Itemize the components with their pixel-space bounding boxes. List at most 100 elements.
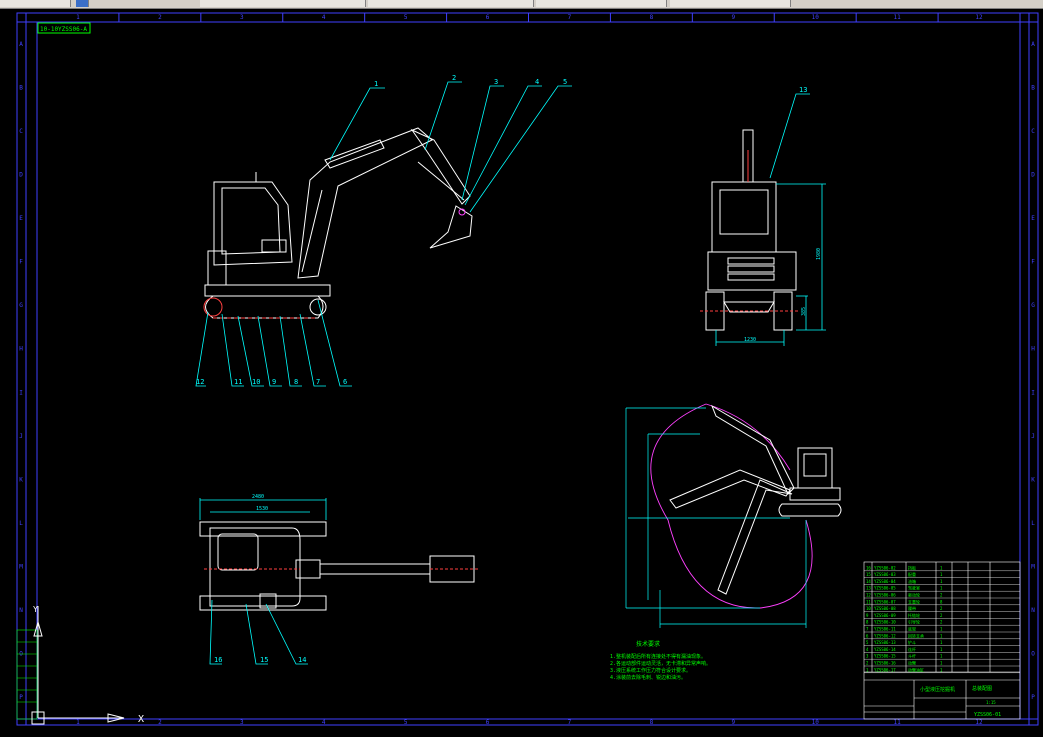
callout-5: 5	[563, 78, 567, 86]
tb-name: 小型液压挖掘机	[920, 686, 955, 693]
column-label: 3	[240, 719, 244, 726]
bom-cell: 1	[940, 661, 943, 666]
row-label: M	[19, 564, 23, 571]
row-label: G	[19, 302, 23, 309]
drawing-canvas[interactable]: 1 1 2 2 3 3 4 4 5 5 6 6 7 7 8 8 9 9 10 10 11 11 12 12 AABBCCDDE…	[0, 9, 1043, 733]
bom-cell: YZSS06-06	[874, 593, 896, 598]
bom-cell: 动臂油缸	[908, 666, 924, 672]
row-label: I	[19, 389, 23, 396]
bom-cell: YZSS06-11	[874, 627, 896, 632]
bom-cell: 12	[866, 593, 871, 598]
column-label: 8	[650, 719, 654, 726]
row-label: D	[1031, 171, 1035, 178]
plan-dims	[199, 498, 327, 665]
toolbar-tab[interactable]	[0, 0, 71, 7]
bom-cell: 1	[940, 640, 943, 645]
bom-cell: 1	[940, 565, 943, 570]
column-label: 5	[404, 719, 408, 726]
row-label: D	[19, 171, 23, 178]
title-box-text: 10-10YZSS06-A	[40, 26, 87, 33]
bom-cell: 驾驶室	[908, 585, 920, 591]
bom-cell: 11	[866, 599, 871, 604]
bom-cell: YZSS06-14	[874, 647, 896, 652]
bom-cell: 履带	[908, 605, 916, 611]
row-label: C	[19, 128, 23, 135]
bom-cell: 铲斗	[908, 639, 916, 645]
bom-cell: 1	[940, 572, 943, 577]
column-label: 9	[731, 14, 735, 21]
column-label: 5	[404, 14, 408, 21]
note-2: 2.各运动部件运动灵活，无卡滞和异常声响。	[610, 660, 711, 667]
row-label: N	[19, 607, 23, 614]
bom-cell: YZSS06-03	[874, 572, 896, 577]
row-label: P	[1031, 694, 1035, 701]
cad-drawing: 112233445566778899101011111212 A AB BC CD DE…	[16, 12, 1039, 726]
row-label: L	[19, 520, 23, 527]
column-label: 1	[76, 14, 80, 21]
bom-cell: YZSS06-10	[874, 620, 896, 625]
column-label: 10	[812, 719, 820, 726]
column-label: 7	[568, 719, 572, 726]
bom-cell: 回转支承	[908, 632, 924, 638]
column-label: 4	[322, 14, 326, 21]
app-icon[interactable]	[76, 0, 89, 7]
inner-frame	[36, 21, 1021, 720]
bom-cell: 15	[866, 572, 871, 577]
column-label: 2	[158, 719, 162, 726]
row-label: E	[1031, 215, 1035, 222]
bom-cell: 1	[940, 633, 943, 638]
bom-cell: 9	[866, 613, 869, 618]
column-label: 7	[568, 14, 572, 21]
bom-cell: 油箱	[908, 578, 916, 584]
front-view	[700, 129, 800, 331]
top-toolbar	[0, 0, 1043, 9]
column-label: 12	[975, 719, 983, 726]
dim-front-width: 1230	[744, 337, 756, 343]
bom-cell: 3	[866, 654, 869, 659]
bom-cell: 1	[940, 647, 943, 652]
dim-plan-inner: 1530	[256, 506, 268, 512]
callout-7: 7	[316, 378, 320, 386]
row-label: G	[1031, 302, 1035, 309]
row-label: K	[1031, 476, 1035, 483]
row-label: J	[19, 433, 23, 440]
dim-front-track: 385	[801, 307, 807, 316]
bom-cell: 支重轮	[908, 598, 920, 604]
callout-2: 2	[452, 74, 456, 82]
bom-cell: 托链轮	[908, 612, 920, 618]
toolbar-tab[interactable]	[368, 0, 534, 7]
bom-cell: 1	[940, 654, 943, 659]
ucs-y-label: Y	[33, 605, 38, 614]
column-label: 11	[894, 14, 902, 21]
row-label: L	[1031, 520, 1035, 527]
row-label: M	[1031, 564, 1035, 571]
toolbar-tab[interactable]	[670, 0, 791, 7]
bom-cell: 7	[866, 627, 869, 632]
column-label: 11	[894, 719, 902, 726]
row-label: C	[1031, 128, 1035, 135]
bom-cell: 8	[866, 620, 869, 625]
row-label: E	[19, 215, 23, 222]
row-label: K	[19, 476, 23, 483]
bom-cell: 2	[866, 661, 869, 666]
bom-cell: 1	[940, 586, 943, 591]
row-label: N	[1031, 607, 1035, 614]
bom-rows: 16 YZSS06-02 挡板 115 YZSS06-03 配重 114 YZSS06-04 油…	[864, 564, 1020, 673]
bom-cell: YZSS06-05	[874, 586, 896, 591]
column-label: 3	[240, 14, 244, 21]
bom-cell: 16	[866, 565, 871, 570]
bom-cell: 14	[866, 579, 871, 584]
dim-front-height: 1980	[816, 248, 822, 260]
toolbar-tab[interactable]	[200, 0, 366, 7]
bom-cell: 底架	[908, 626, 916, 632]
bom-cell: 1	[940, 627, 943, 632]
column-label: 9	[731, 719, 735, 726]
ucs-x-label: X	[138, 714, 144, 725]
plan-view	[199, 521, 480, 611]
row-label: F	[1031, 259, 1035, 266]
bom-cell: 8	[940, 599, 943, 604]
bom-cell: YZSS06-17	[874, 667, 896, 672]
callout-15: 15	[260, 656, 268, 664]
toolbar-tab[interactable]	[536, 0, 667, 7]
row-label: B	[1031, 84, 1035, 91]
